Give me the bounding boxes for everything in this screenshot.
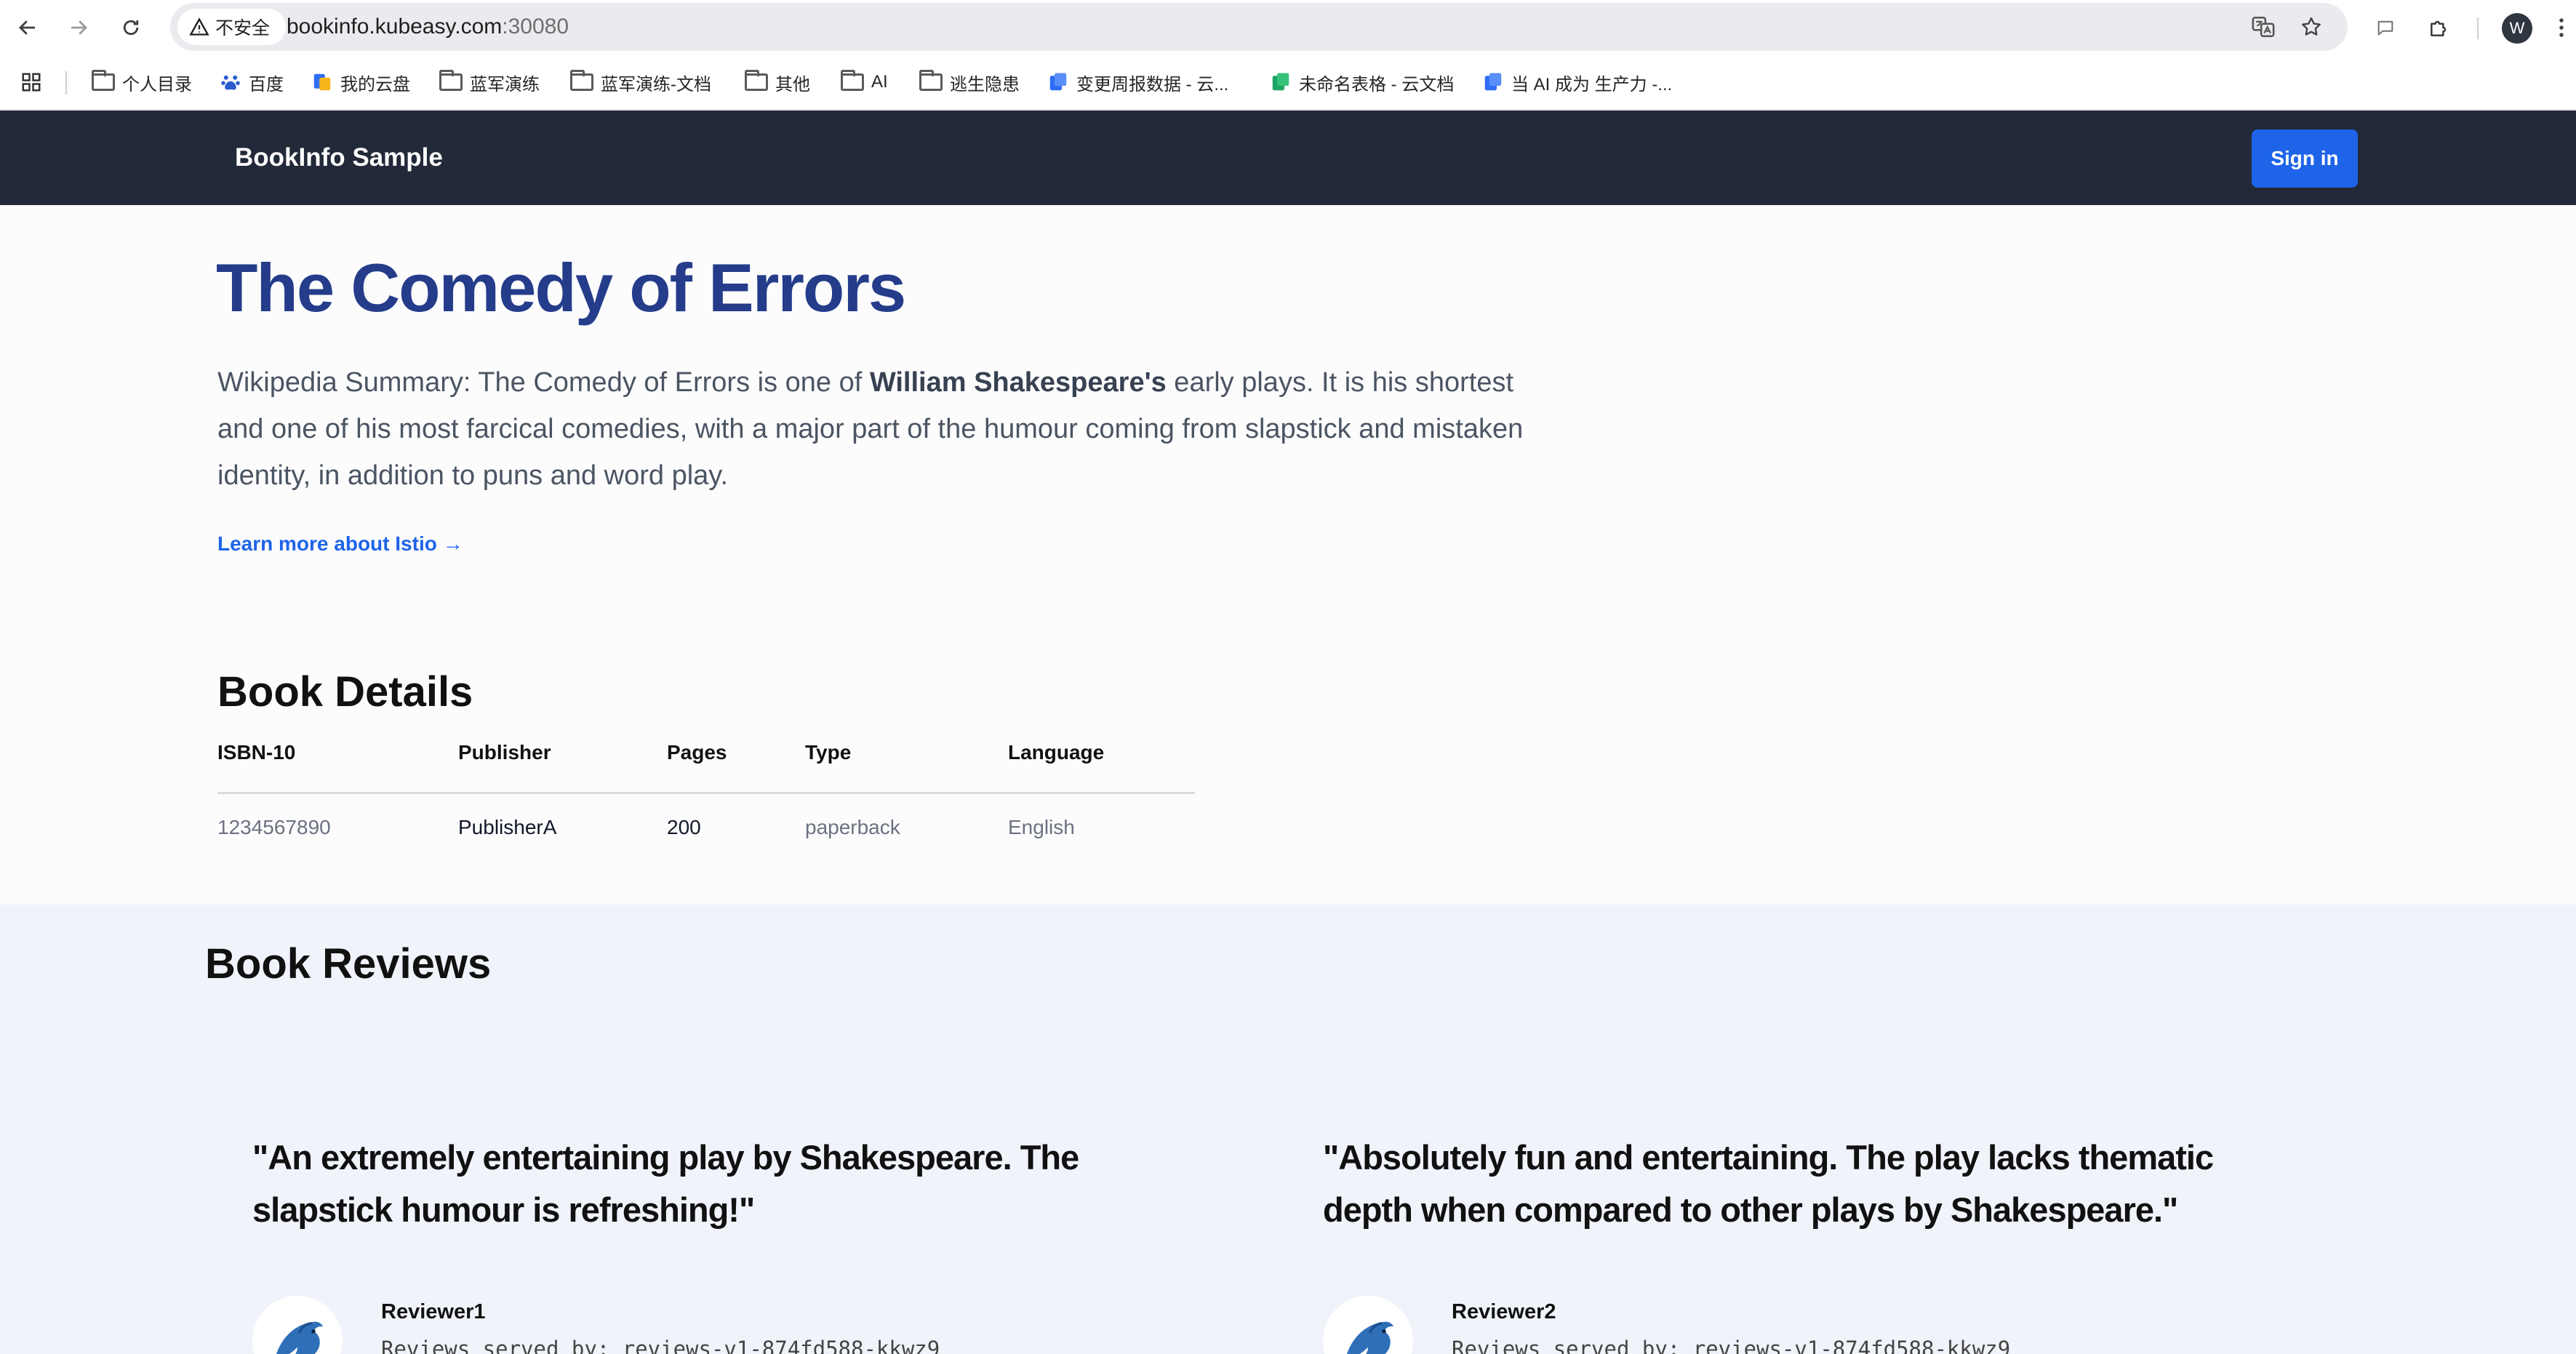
bookmark-label: AI: [871, 72, 888, 92]
bookmark-label: 百度: [249, 74, 284, 95]
reviewer-name: Reviewer1: [381, 1300, 486, 1323]
bookmark-item[interactable]: 未命名表格 - 云文档: [1270, 55, 1454, 109]
url-port: :30080: [502, 15, 569, 39]
url-text[interactable]: bookinfo.kubeasy.com:30080: [287, 3, 569, 51]
cloud-doc-icon: [1049, 73, 1067, 91]
learn-more-link[interactable]: Learn more about Istio →: [217, 532, 463, 556]
reload-icon[interactable]: [113, 10, 148, 45]
table-header-row: ISBN-10 Publisher Pages Type Language: [217, 736, 1195, 794]
table-header-cell: Publisher: [458, 741, 551, 764]
url-host: bookinfo.kubeasy.com: [287, 15, 503, 39]
bookmark-item[interactable]: 我的云盘: [311, 55, 410, 109]
forward-arrow-icon[interactable]: [61, 10, 96, 45]
reviewer-name: Reviewer2: [1452, 1300, 1556, 1323]
reviewer-info: Reviewer2 Reviews served by: reviews-v1-…: [1323, 1296, 2297, 1354]
table-cell-isbn: 1234567890: [217, 816, 331, 838]
bookmarks-divider: [65, 71, 67, 95]
cloud-drive-icon: [313, 73, 331, 91]
table-cell-language: English: [1008, 816, 1075, 838]
bookmark-star-icon[interactable]: [2297, 12, 2326, 41]
bookmark-item[interactable]: 当 AI 成为 生产力 -...: [1482, 55, 1672, 109]
reviews-served-by: Reviews served by: reviews-v1-874fd588-k…: [1452, 1337, 2011, 1354]
folder-icon: [439, 70, 463, 91]
summary-prefix: Wikipedia Summary: The Comedy of Errors …: [217, 367, 870, 398]
folder-icon: [841, 70, 864, 91]
page-content: BookInfo Sample Sign in The Comedy of Er…: [0, 111, 2576, 1354]
folder-icon: [570, 70, 593, 91]
security-label: 不安全: [215, 18, 271, 39]
bookmark-label: 个人目录: [122, 74, 192, 95]
reviewer-info: Reviewer1 Reviews served by: reviews-v1-…: [252, 1296, 1227, 1354]
bookmark-item[interactable]: 逃生隐患: [919, 55, 1020, 109]
bookmark-label: 蓝军演练-文档: [601, 74, 711, 95]
book-reviews-heading: Book Reviews: [205, 940, 492, 988]
book-details-heading: Book Details: [217, 668, 473, 716]
book-summary: Wikipedia Summary: The Comedy of Errors …: [217, 359, 1548, 499]
dolphin-avatar-icon: [1323, 1296, 1413, 1354]
book-title: The Comedy of Errors: [216, 249, 906, 326]
bookmark-item[interactable]: 个人目录: [92, 55, 192, 109]
review-quote: "An extremely entertaining play by Shake…: [252, 1138, 1079, 1229]
table-header-cell: Pages: [667, 741, 727, 764]
table-header-cell: ISBN-10: [217, 741, 296, 764]
toolbar-divider: [2477, 17, 2479, 39]
security-indicator[interactable]: 不安全: [177, 9, 287, 45]
bookmark-item[interactable]: 蓝军演练-文档: [570, 55, 711, 109]
baidu-icon: [221, 75, 240, 90]
sheet-icon: [1272, 73, 1289, 91]
table-cell-pages: 200: [667, 816, 701, 838]
table-cell-type: paperback: [805, 816, 900, 838]
review-quote: "Absolutely fun and entertaining. The pl…: [1323, 1138, 2214, 1229]
bookmark-item[interactable]: 其他: [745, 55, 810, 109]
back-arrow-icon[interactable]: [10, 10, 45, 45]
folder-icon: [919, 70, 943, 91]
extensions-icon[interactable]: [2423, 12, 2455, 44]
chat-icon[interactable]: [2369, 12, 2401, 44]
site-brand[interactable]: BookInfo Sample: [235, 111, 443, 205]
table-row: 1234567890 PublisherA 200 paperback Engl…: [217, 794, 1195, 852]
bookmark-label: 其他: [775, 74, 810, 95]
browser-toolbar: 不安全 bookinfo.kubeasy.com:30080 W: [0, 0, 2576, 55]
bookmark-label: 未命名表格 - 云文档: [1299, 74, 1455, 95]
cloud-doc-icon: [1484, 73, 1502, 91]
reviews-served-by: Reviews served by: reviews-v1-874fd588-k…: [381, 1337, 940, 1354]
summary-author: William Shakespeare's: [869, 367, 1167, 398]
bookmark-label: 我的云盘: [340, 74, 410, 95]
table-header-cell: Language: [1008, 741, 1105, 764]
warning-icon: [189, 17, 209, 36]
bookmark-label: 变更周报数据 - 云...: [1076, 74, 1229, 95]
bookmark-item[interactable]: 蓝军演练: [439, 55, 540, 109]
table-cell-publisher: PublisherA: [458, 816, 557, 838]
book-details-table: ISBN-10 Publisher Pages Type Language 12…: [217, 736, 1195, 852]
bookmark-item[interactable]: 百度: [220, 55, 284, 109]
folder-icon: [92, 70, 115, 91]
bookmark-label: 逃生隐患: [950, 74, 1020, 95]
table-header-cell: Type: [805, 741, 852, 764]
bookmark-label: 蓝军演练: [470, 74, 540, 95]
bookmark-item[interactable]: AI: [841, 55, 888, 109]
review-card: "An extremely entertaining play by Shake…: [252, 1131, 1227, 1354]
more-menu-icon[interactable]: [2545, 12, 2576, 44]
bookmark-item[interactable]: 变更周报数据 - 云...: [1047, 55, 1228, 109]
profile-avatar[interactable]: W: [2502, 13, 2532, 44]
bookmarks-bar: 个人目录 百度 我的云盘 蓝军演练 蓝军演练-文档 其他 AI 逃生隐患 变更周…: [0, 55, 2576, 111]
address-bar[interactable]: 不安全 bookinfo.kubeasy.com:30080: [170, 3, 2348, 51]
folder-icon: [745, 70, 768, 91]
dolphin-avatar-icon: [252, 1296, 343, 1354]
sign-in-button[interactable]: Sign in: [2252, 129, 2358, 188]
book-reviews-section: Book Reviews "An extremely entertaining …: [0, 905, 2576, 1354]
site-navbar: BookInfo Sample Sign in: [0, 111, 2576, 205]
bookmark-label: 当 AI 成为 生产力 -...: [1511, 74, 1673, 95]
review-card: "Absolutely fun and entertaining. The pl…: [1323, 1131, 2297, 1354]
translate-icon[interactable]: [2249, 12, 2278, 41]
apps-grid-icon[interactable]: [20, 55, 42, 109]
